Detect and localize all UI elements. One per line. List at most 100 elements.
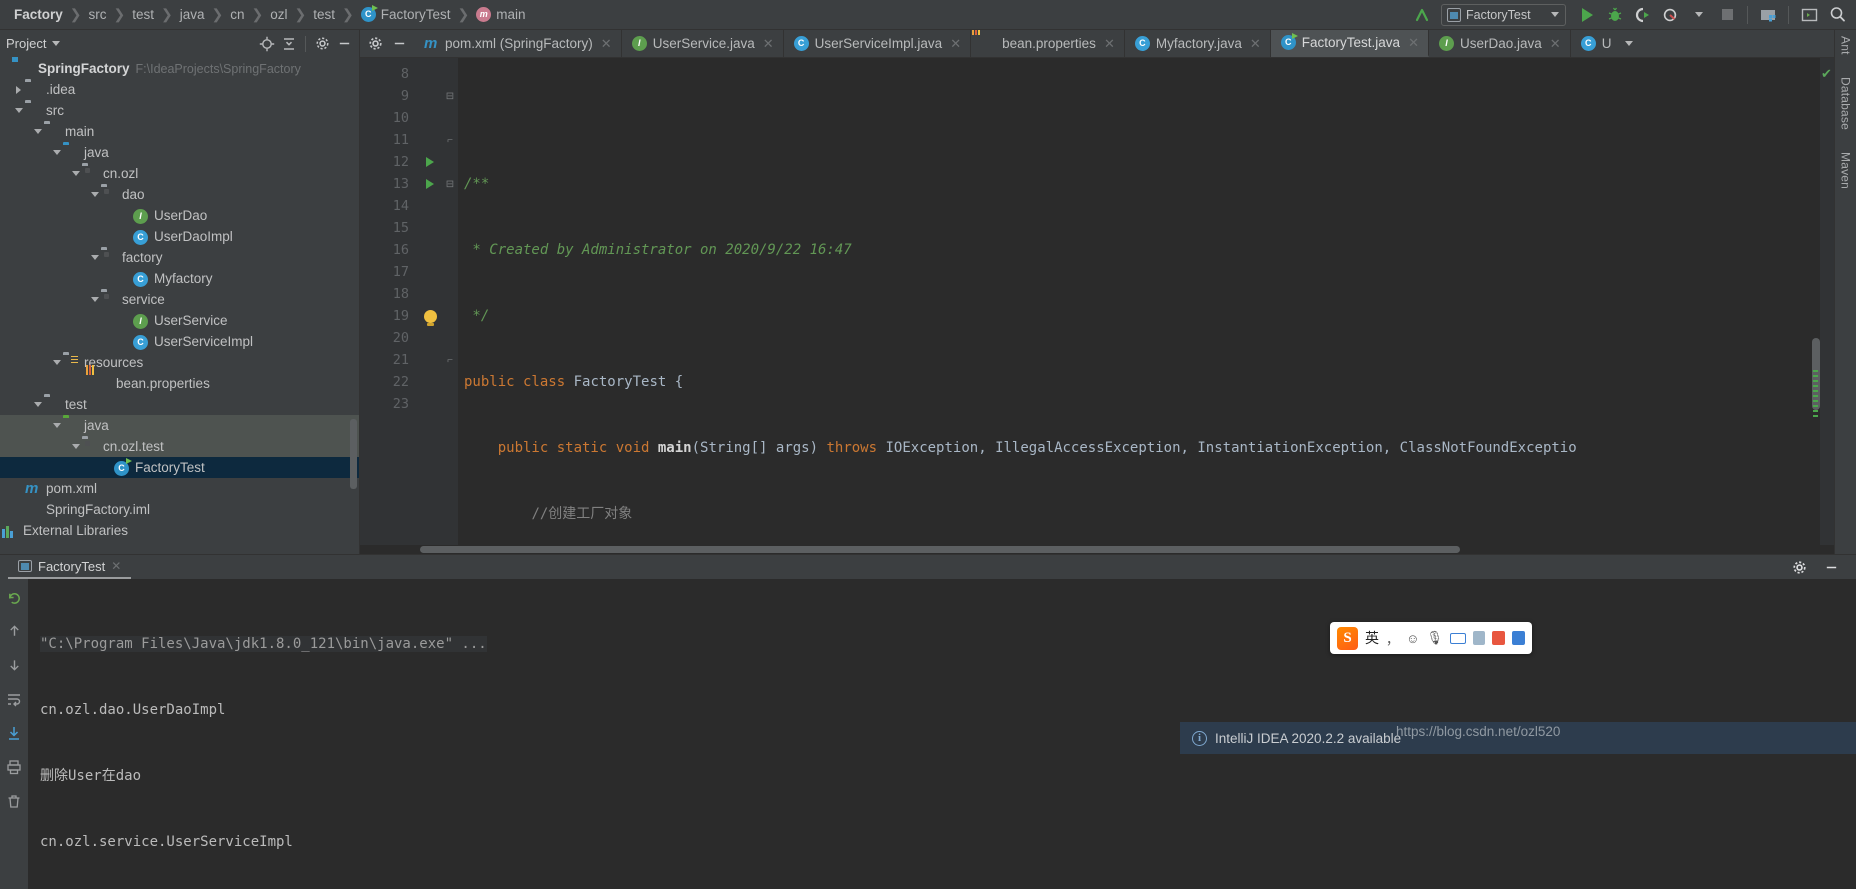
breadcrumb-item-java[interactable]: java (176, 0, 209, 29)
run-method-gutter-icon[interactable] (418, 173, 442, 195)
tree-item-factory[interactable]: factory (0, 247, 359, 268)
breadcrumb-item-factory[interactable]: Factory (10, 0, 67, 29)
gift-icon[interactable] (1492, 631, 1506, 645)
gutter-markers[interactable] (418, 58, 442, 545)
stop-button[interactable] (1714, 3, 1740, 27)
breadcrumb-item-factorytest[interactable]: C FactoryTest (357, 0, 455, 29)
hide-icon[interactable] (1820, 556, 1842, 578)
breadcrumb-item-main[interactable]: m main (472, 0, 529, 29)
sogou-logo-icon[interactable] (1337, 626, 1358, 650)
ime-language-label[interactable]: 英 (1365, 628, 1379, 648)
tab-userservice-java[interactable]: I UserService.java ✕ (622, 30, 784, 57)
project-tree[interactable]: SpringFactory F:\IdeaProjects\SpringFact… (0, 57, 359, 554)
close-icon[interactable]: ✕ (1250, 36, 1261, 52)
up-icon[interactable] (4, 621, 24, 641)
tree-item-src[interactable]: src (0, 100, 359, 121)
close-icon[interactable]: ✕ (763, 36, 774, 52)
editor-horizontal-scrollbar[interactable] (360, 545, 1834, 554)
tree-arrow[interactable] (69, 444, 82, 449)
close-icon[interactable]: ✕ (1408, 35, 1419, 51)
code-editor[interactable]: 8 9 10 11 12 13 14 15 16 17 18 19 20 21 … (360, 58, 1834, 545)
tree-arrow[interactable] (88, 192, 101, 197)
tree-arrow[interactable] (88, 297, 101, 302)
tab-userserviceimpl-java[interactable]: C UserServiceImpl.java ✕ (784, 30, 972, 57)
fold-gutter[interactable]: ⊟ ⌐ ⊟ ⌐ (442, 58, 458, 545)
tree-item-java-main[interactable]: java (0, 142, 359, 163)
breadcrumb-item-src[interactable]: src (85, 0, 111, 29)
breadcrumb-item-test[interactable]: test (128, 0, 158, 29)
soft-wrap-icon[interactable] (4, 689, 24, 709)
rerun-icon[interactable] (4, 587, 24, 607)
ime-toolbar[interactable]: 英 ， ☺ 🎙 (1330, 622, 1532, 654)
breadcrumb-item-ozl[interactable]: ozl (266, 0, 291, 29)
code-content[interactable]: /** * Created by Administrator on 2020/9… (458, 58, 1820, 545)
tree-item-main[interactable]: main (0, 121, 359, 142)
tree-arrow[interactable] (12, 86, 25, 94)
search-everywhere-button[interactable] (1824, 3, 1850, 27)
project-tree-scrollbar[interactable] (350, 419, 357, 489)
tree-item-java-test[interactable]: java (0, 415, 359, 436)
tree-item-springfactory[interactable]: SpringFactory F:\IdeaProjects\SpringFact… (0, 58, 359, 79)
fold-icon[interactable]: ⌐ (442, 349, 458, 371)
tool-button-ant[interactable]: Ant (1839, 36, 1853, 55)
tree-arrow[interactable] (31, 402, 44, 407)
run-with-coverage-button[interactable] (1630, 3, 1656, 27)
update-project-icon[interactable] (1409, 3, 1435, 27)
clear-all-icon[interactable] (4, 791, 24, 811)
intention-bulb-icon[interactable] (418, 305, 442, 327)
tree-item-factorytest[interactable]: C FactoryTest (0, 457, 359, 478)
scroll-to-end-icon[interactable] (4, 723, 24, 743)
tab-factorytest-java[interactable]: C FactoryTest.java ✕ (1270, 30, 1429, 57)
tree-item-bean-properties[interactable]: bean.properties (0, 373, 359, 394)
down-icon[interactable] (4, 655, 24, 675)
tree-item-service[interactable]: service (0, 289, 359, 310)
run-button[interactable] (1574, 3, 1600, 27)
tree-item-pom-xml[interactable]: m pom.xml (0, 478, 359, 499)
profiler-dropdown[interactable] (1686, 3, 1712, 27)
project-structure-button[interactable] (1755, 3, 1781, 27)
breadcrumb-item-test2[interactable]: test (309, 0, 339, 29)
tree-arrow[interactable] (31, 129, 44, 134)
tool-button-maven[interactable]: Maven (1839, 152, 1853, 189)
comma-icon[interactable]: ， (1386, 629, 1399, 648)
terminal-button[interactable] (1796, 3, 1822, 27)
emoji-icon[interactable]: ☺ (1406, 631, 1419, 646)
tab-overflow[interactable]: C U (1571, 30, 1643, 57)
tree-arrow[interactable] (50, 150, 63, 155)
chevron-down-icon[interactable] (52, 41, 61, 46)
tool-button-database[interactable]: Database (1839, 77, 1853, 130)
settings-icon[interactable] (364, 33, 386, 55)
run-tab-factorytest[interactable]: FactoryTest ✕ (8, 555, 132, 579)
run-configuration-selector[interactable]: FactoryTest (1441, 3, 1566, 26)
tree-arrow[interactable] (69, 171, 82, 176)
breadcrumb-item-cn[interactable]: cn (226, 0, 248, 29)
close-icon[interactable]: ✕ (111, 559, 121, 573)
hide-icon[interactable] (388, 33, 410, 55)
tree-item-test[interactable]: test (0, 394, 359, 415)
apps-icon[interactable] (1512, 631, 1526, 645)
close-icon[interactable]: ✕ (1104, 36, 1115, 52)
locate-icon[interactable] (256, 33, 278, 55)
tree-item-userserviceimpl[interactable]: C UserServiceImpl (0, 331, 359, 352)
skin-icon[interactable] (1472, 631, 1486, 645)
tab-bean-properties[interactable]: bean.properties ✕ (971, 30, 1125, 57)
tab-myfactory-java[interactable]: C Myfactory.java ✕ (1125, 30, 1271, 57)
tree-item-cn-ozl[interactable]: cn.ozl (0, 163, 359, 184)
tree-arrow[interactable] (88, 255, 101, 260)
tree-arrow[interactable] (12, 108, 25, 113)
tree-item-resources[interactable]: resources (0, 352, 359, 373)
close-icon[interactable]: ✕ (1550, 36, 1561, 52)
print-icon[interactable] (4, 757, 24, 777)
tree-item-cn-ozl-test[interactable]: cn.ozl.test (0, 436, 359, 457)
debug-button[interactable] (1602, 3, 1628, 27)
tree-item-external-libraries[interactable]: External Libraries (0, 520, 359, 541)
hide-icon[interactable] (333, 33, 355, 55)
tab-userdao-java[interactable]: I UserDao.java ✕ (1429, 30, 1571, 57)
tree-item-userdaoimpl[interactable]: C UserDaoImpl (0, 226, 359, 247)
close-icon[interactable]: ✕ (601, 36, 612, 52)
settings-icon[interactable] (311, 33, 333, 55)
tree-item-userdao[interactable]: I UserDao (0, 205, 359, 226)
tab-pom-xml[interactable]: m pom.xml (SpringFactory) ✕ (414, 30, 622, 57)
tree-item-userservice[interactable]: I UserService (0, 310, 359, 331)
tree-arrow[interactable] (50, 360, 63, 365)
